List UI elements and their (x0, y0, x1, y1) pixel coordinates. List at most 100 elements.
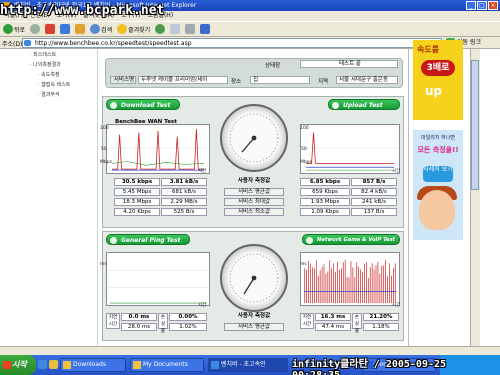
windows-logo-icon (3, 361, 11, 369)
print-button[interactable] (184, 24, 196, 34)
stop-button[interactable] (44, 24, 56, 34)
speed-up-ad[interactable]: 속도를 3배로 up (413, 40, 463, 120)
game-voip-button[interactable]: Network Game & VoIP Test (302, 234, 400, 245)
game-ping-graph (300, 252, 400, 306)
nav-item-test[interactable]: · 최스테스트 (30, 50, 95, 60)
place-value: 집 (250, 76, 310, 84)
upload-graph (300, 124, 400, 174)
edit-button[interactable] (199, 24, 211, 34)
task-benchbee[interactable]: 벤치비 - 초고속인 (208, 358, 288, 372)
download-user-bytes: 3.81 kB/s (161, 178, 207, 186)
download-avg-bytes: 681 kB/s (161, 188, 207, 196)
download-user-value: 30.5 kbps (114, 178, 160, 186)
favorites-label: 즐겨찾기 (128, 26, 151, 34)
folder-quicklaunch-icon[interactable] (49, 360, 58, 369)
task-downloads-label: Downloads (73, 361, 106, 368)
game-x-label: 시간 (392, 303, 401, 308)
ping-gauge-dial (229, 253, 279, 303)
left-nav: · 최스테스트 · 나의측정결과 · 속도측정 · 웹접속 테스트 · 결과부석 (30, 50, 95, 100)
download-max-line (111, 128, 205, 170)
game-avg-loss: 1.18% (363, 323, 399, 331)
game-voip-label: Network Game & VoIP Test (317, 237, 396, 243)
search-icon (90, 24, 101, 34)
download-y-label: Mbps (100, 160, 112, 165)
browser-status-bar (0, 346, 500, 355)
nav-item-analysis[interactable]: · 결과부석 (30, 90, 95, 100)
nav-item-web-test[interactable]: · 웹접속 테스트 (30, 80, 95, 90)
download-y-top: 100 (100, 126, 109, 131)
home-button[interactable] (74, 24, 86, 34)
nav-item-speed[interactable]: · 속도측정 (30, 70, 95, 80)
download-test-button[interactable]: Download Test (106, 99, 180, 110)
place-label: 장소 (231, 79, 242, 85)
game-latency-head: 지연 시간 (300, 313, 314, 329)
upload-test-label: Upload Test (343, 102, 383, 109)
state-value: 테스트 끝 (300, 60, 398, 68)
refresh-button[interactable] (59, 24, 71, 34)
back-arrow-icon (3, 24, 13, 34)
mail-icon (170, 24, 181, 34)
nav-item-my-results[interactable]: · 나의측정결과 (30, 60, 95, 70)
history-icon (155, 24, 166, 34)
forward-button[interactable] (29, 24, 41, 34)
game-avg-latency: 47.4 ms (315, 323, 351, 331)
ad1-bottom-text: up (425, 84, 443, 98)
download-max-bytes: 2.29 MB/s (161, 198, 207, 206)
general-ping-button[interactable]: General Ping Test (106, 234, 190, 245)
mileage-ad[interactable]: 마일리지 하나면 모든 측정을!! 자세히 보기 (413, 130, 463, 240)
mail-button[interactable] (169, 24, 181, 34)
maximize-button[interactable]: □ (477, 1, 487, 10)
label-avg: 서비스 평균값 (224, 188, 284, 196)
star-icon (117, 24, 128, 34)
upload-arrow-icon (332, 102, 339, 109)
task-downloads[interactable]: Downloads (60, 358, 126, 372)
task-my-documents[interactable]: My Documents (130, 358, 204, 372)
ad2-mid-text: 모든 측정을!! (417, 146, 459, 154)
history-button[interactable] (154, 24, 166, 34)
forward-arrow-icon (30, 24, 41, 34)
upload-max-bytes: 241 kB/s (351, 198, 397, 206)
minimize-button[interactable]: _ (466, 1, 476, 10)
ping-arrow-icon (110, 237, 117, 244)
favorites-button[interactable]: 즐겨찾기 (116, 24, 151, 34)
region-value: 서울 서대문구 홍은동 (336, 76, 398, 84)
task-my-documents-label: My Documents (143, 361, 188, 368)
page-icon (24, 40, 31, 46)
toolbar: 뒤로 검색 즐겨찾기 (0, 21, 500, 37)
search-button[interactable]: 검색 (89, 24, 113, 34)
gauge-hub (251, 135, 257, 141)
game-loss-head: 손실률 (352, 313, 362, 334)
region-label: 지역 (318, 79, 329, 85)
back-button[interactable]: 뒤로 (2, 24, 26, 34)
ad2-button[interactable]: 자세히 보기 (423, 166, 453, 182)
ping-user-loss: 0.00% (169, 313, 207, 321)
ie-icon (211, 361, 219, 369)
address-input[interactable]: http://www.benchbee.co.kr/speedtest/spee… (22, 38, 442, 48)
isp-label: 서비스명 (110, 76, 136, 84)
search-label: 검색 (101, 26, 113, 34)
links-button[interactable]: 링크 (470, 38, 481, 48)
upload-min-value: 1.09 Kbps (300, 208, 350, 216)
speed-gauge-dial (229, 113, 279, 163)
close-button[interactable]: × (488, 1, 498, 10)
game-y-label: ms (300, 262, 307, 267)
download-max-value: 18.3 Mbps (114, 198, 160, 206)
timestamp-overlay: infinity클라탄 / 2005-09-25 00:28:35 (292, 359, 447, 375)
upload-test-button[interactable]: Upload Test (328, 99, 400, 110)
isp-value: 두루넷 케이블 프리미엄(세이 (138, 76, 228, 84)
download-min-bytes: 525 B/s (161, 208, 207, 216)
address-label: 주소(D) (2, 41, 23, 48)
task-benchbee-label: 벤치비 - 초고속인 (221, 361, 266, 368)
site-watermark: http://www.bcpark.net (0, 3, 165, 18)
ping-latency-head: 지연 시간 (106, 313, 120, 329)
upload-min-bytes: 137 B/s (351, 208, 397, 216)
ping-loss-head: 손실률 (158, 313, 168, 334)
game-user-latency: 16.3 ms (315, 313, 351, 321)
print-icon (185, 24, 196, 34)
ping-gauge-hub (251, 275, 257, 281)
folder-icon (63, 361, 71, 369)
ie-quicklaunch-icon[interactable] (38, 360, 47, 369)
download-user-line (111, 161, 205, 166)
upload-x-label: 시간 (392, 169, 401, 174)
scrollbar-thumb[interactable] (471, 60, 479, 190)
